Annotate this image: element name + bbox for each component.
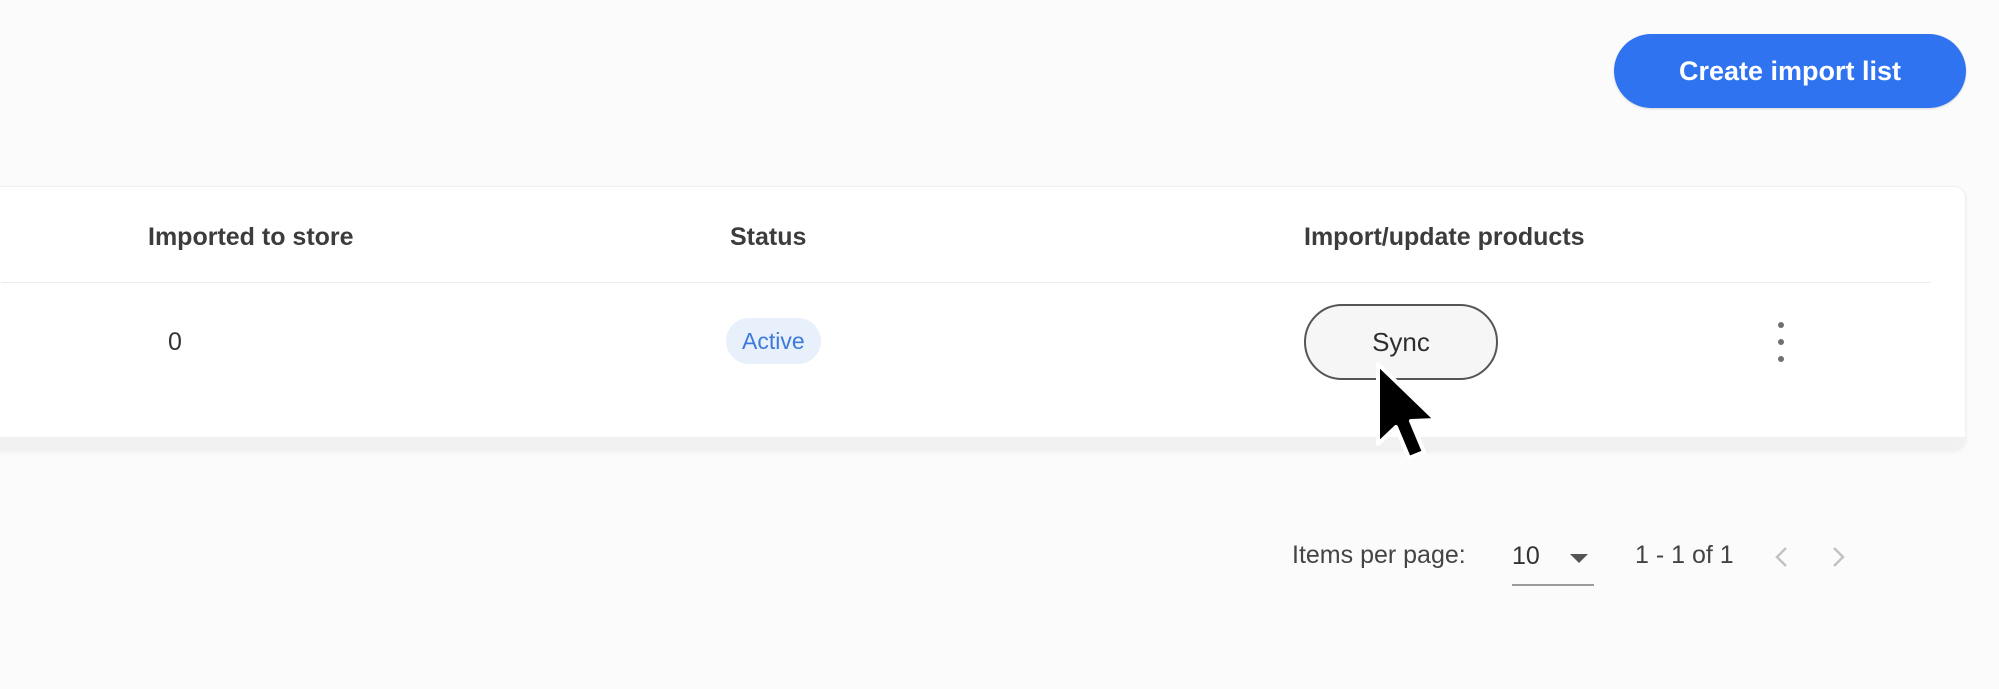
caret-down-icon [1570,554,1588,563]
more-vertical-icon[interactable] [1769,322,1793,362]
pagination-range: 1 - 1 of 1 [1635,541,1734,569]
column-header-import-update-products: Import/update products [1304,223,1585,251]
import-lists-page: Create import list Imported to store Sta… [0,0,1999,689]
next-page-button[interactable] [1821,540,1855,574]
items-per-page-label: Items per page: [1292,541,1466,569]
chevron-left-icon [1775,547,1787,567]
create-import-list-button[interactable]: Create import list [1614,34,1966,108]
previous-page-button[interactable] [1765,540,1799,574]
import-lists-table: Imported to store Status Import/update p… [0,186,1966,450]
table-header-row: Imported to store Status Import/update p… [1,187,1931,283]
table-footer-divider [0,437,1965,449]
imported-to-store-value: 0 [168,328,182,356]
status-badge: Active [726,318,821,364]
items-per-page-value: 10 [1512,542,1540,570]
column-header-status: Status [730,223,807,251]
chevron-right-icon [1833,547,1845,567]
mouse-pointer-icon [1376,362,1438,460]
column-header-imported-to-store: Imported to store [148,223,354,251]
items-per-page-select[interactable]: 10 [1512,536,1594,586]
